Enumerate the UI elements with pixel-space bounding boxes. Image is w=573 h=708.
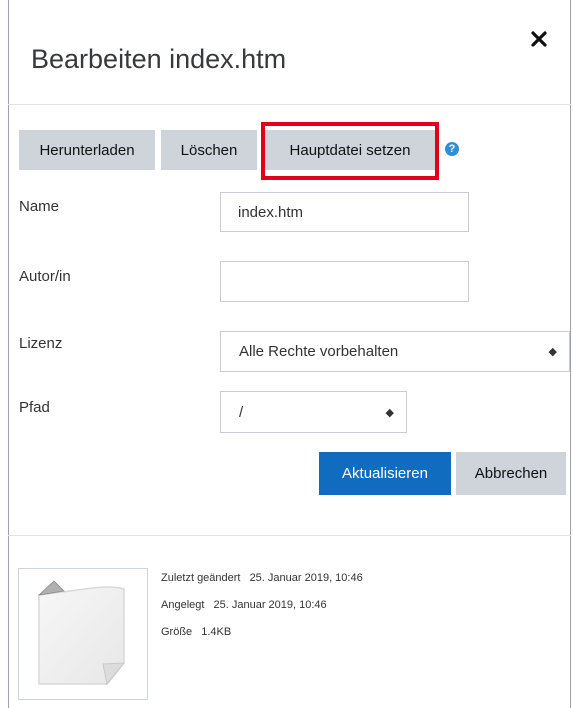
set-main-file-button[interactable]: Hauptdatei setzen <box>265 130 435 170</box>
path-label: Pfad <box>19 399 50 416</box>
form-divider <box>8 535 571 536</box>
close-icon[interactable] <box>530 30 548 52</box>
name-label: Name <box>19 198 60 215</box>
delete-button[interactable]: Löschen <box>161 130 257 170</box>
cancel-button[interactable]: Abbrechen <box>456 452 566 495</box>
license-select-value: Alle Rechte vorbehalten <box>239 343 399 360</box>
modified-label: Zuletzt geändert <box>161 572 241 584</box>
size-label: Größe <box>161 626 193 638</box>
modified-value: 25. Januar 2019, 10:46 <box>249 572 363 584</box>
license-select[interactable]: Alle Rechte vorbehalten ◆ <box>220 331 570 372</box>
modified-info: Zuletzt geändert 25. Januar 2019, 10:46 <box>161 572 363 584</box>
dialog-title: Bearbeiten index.htm <box>31 44 287 74</box>
created-value: 25. Januar 2019, 10:46 <box>213 599 327 611</box>
name-input[interactable] <box>220 192 469 232</box>
created-info: Angelegt 25. Januar 2019, 10:46 <box>161 599 327 611</box>
license-label: Lizenz <box>19 335 63 352</box>
update-button[interactable]: Aktualisieren <box>319 452 451 495</box>
file-icon <box>37 580 126 686</box>
author-label: Autor/in <box>19 268 71 285</box>
author-input[interactable] <box>220 261 469 302</box>
path-select-value: / <box>239 403 244 421</box>
created-label: Angelegt <box>161 599 205 611</box>
size-info: Größe 1.4KB <box>161 626 231 638</box>
file-thumbnail <box>18 568 148 700</box>
path-select[interactable]: / ◆ <box>220 391 407 433</box>
header-divider <box>8 104 571 105</box>
up-down-arrows-icon: ◆ <box>385 406 394 419</box>
up-down-arrows-icon: ◆ <box>548 346 557 358</box>
download-button[interactable]: Herunterladen <box>19 130 155 170</box>
question-circle-icon[interactable]: ? <box>445 142 459 156</box>
size-value: 1.4KB <box>201 626 232 638</box>
